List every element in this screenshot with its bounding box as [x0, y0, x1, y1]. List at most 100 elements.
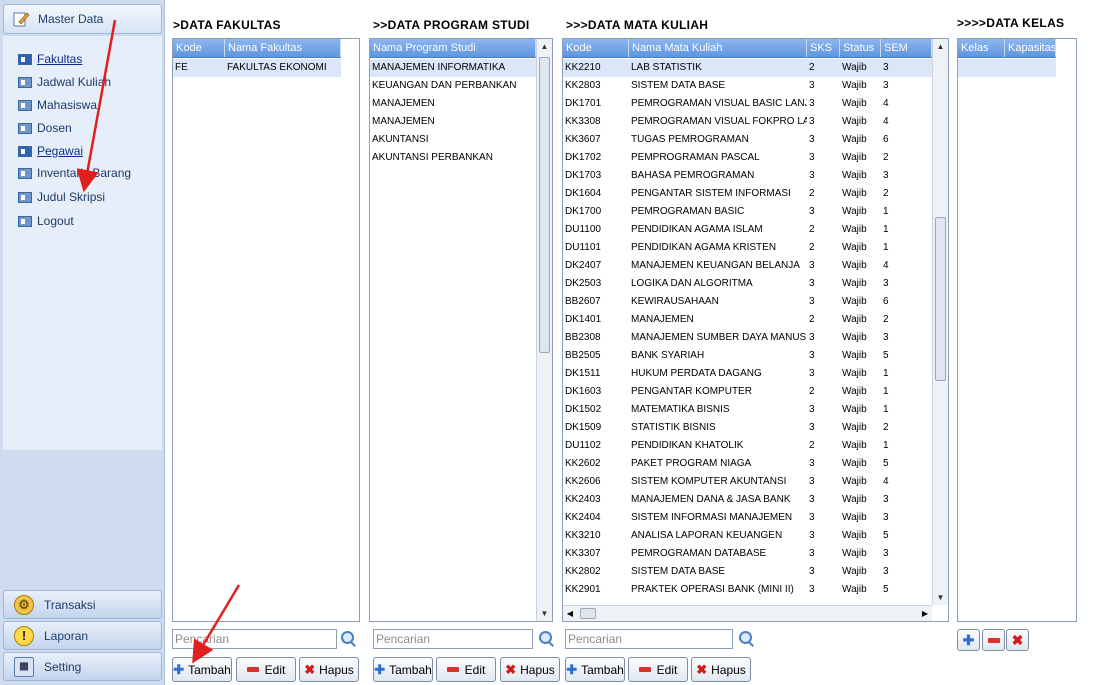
column-header[interactable]: SEM — [881, 39, 932, 57]
search-icon[interactable] — [340, 630, 358, 648]
kelas-grid[interactable]: Kelas Kapasitas — [957, 38, 1077, 622]
column-header[interactable]: Nama Fakultas — [225, 39, 341, 57]
table-row[interactable]: KK3607 TUGAS PEMROGRAMAN 3 Wajib 6 — [563, 131, 932, 149]
table-row[interactable]: KK2803 SISTEM DATA BASE 3 Wajib 3 — [563, 77, 932, 95]
matkul-tambah-button[interactable]: ✚ Tambah — [565, 657, 625, 682]
prodi-grid[interactable]: Nama Program Studi ▲ ▼ MANAJEMEN INFORMA… — [369, 38, 553, 622]
fakultas-search-input[interactable] — [172, 629, 337, 649]
fakultas-hapus-button[interactable]: ✖ Hapus — [299, 657, 359, 682]
table-row[interactable]: DU1101 PENDIDIKAN AGAMA KRISTEN 2 Wajib 1 — [563, 239, 932, 257]
table-row[interactable]: DK1603 PENGANTAR KOMPUTER 2 Wajib 1 — [563, 383, 932, 401]
column-header[interactable]: Nama Program Studi — [370, 39, 536, 57]
table-row[interactable]: MANAJEMEN — [370, 113, 536, 131]
kelas-add-button[interactable]: ✚ — [957, 629, 980, 651]
table-row[interactable]: KK2606 SISTEM KOMPUTER AKUNTANSI 3 Wajib 4 — [563, 473, 932, 491]
table-row[interactable]: DK2407 MANAJEMEN KEUANGAN BELANJA 3 Wajib 4 — [563, 257, 932, 275]
sidebar-item-judul-skripsi[interactable]: Judul Skripsi — [18, 189, 105, 205]
table-row[interactable]: KK2901 PRAKTEK OPERASI BANK (MINI II) 3 Waj… — [563, 581, 932, 599]
kelas-delete-button[interactable]: ✖ — [1006, 629, 1029, 651]
sidebar-laporan[interactable]: ! Laporan — [3, 621, 162, 650]
prodi-vertical-scrollbar[interactable]: ▲ ▼ — [536, 39, 552, 621]
table-row[interactable]: AKUNTANSI — [370, 131, 536, 149]
sidebar-item-pegawai[interactable]: Pegawai — [18, 143, 83, 159]
scroll-thumb[interactable] — [935, 217, 946, 381]
column-header[interactable]: Kelas — [958, 39, 1005, 57]
column-header[interactable]: Nama Mata Kuliah — [629, 39, 807, 57]
table-row[interactable]: KK3210 ANALISA LAPORAN KEUANGEN 3 Wajib 5 — [563, 527, 932, 545]
table-row[interactable]: DK1700 PEMROGRAMAN BASIC 3 Wajib 1 — [563, 203, 932, 221]
table-row[interactable]: KK2403 MANAJEMEN DANA & JASA BANK 3 Wajib 3 — [563, 491, 932, 509]
table-row[interactable]: DK1701 PEMROGRAMAN VISUAL BASIC LANJUTAN3… — [563, 95, 932, 113]
column-header[interactable]: Status — [840, 39, 881, 57]
scroll-left-icon[interactable]: ◀ — [563, 606, 577, 621]
table-row[interactable]: DK1509 STATISTIK BISNIS 3 Wajib 2 — [563, 419, 932, 437]
table-row[interactable]: MANAJEMEN INFORMATIKA — [370, 59, 536, 77]
table-row[interactable]: DK1511 HUKUM PERDATA DAGANG 3 Wajib 1 — [563, 365, 932, 383]
table-row[interactable]: BB2505 BANK SYARIAH 3 Wajib 5 — [563, 347, 932, 365]
column-header[interactable]: Kode — [173, 39, 225, 57]
table-row[interactable]: BB2308 MANAJEMEN SUMBER DAYA MANUSIA 3 Waji… — [563, 329, 932, 347]
sidebar-item-fakultas[interactable]: Fakultas — [18, 51, 82, 67]
matkul-search-input[interactable] — [565, 629, 733, 649]
table-row[interactable]: DK1703 BAHASA PEMROGRAMAN 3 Wajib 3 — [563, 167, 932, 185]
table-row[interactable]: KK2802 SISTEM DATA BASE 3 Wajib 3 — [563, 563, 932, 581]
table-row[interactable]: DU1100 PENDIDIKAN AGAMA ISLAM 2 Wajib 1 — [563, 221, 932, 239]
sidebar-setting[interactable]: ▦ Setting — [3, 652, 162, 681]
search-icon[interactable] — [538, 630, 556, 648]
table-row[interactable]: DK1502 MATEMATIKA BISNIS 3 Wajib 1 — [563, 401, 932, 419]
table-row[interactable]: DK1604 PENGANTAR SISTEM INFORMASI 2 Wajib 2 — [563, 185, 932, 203]
fakultas-grid[interactable]: Kode Nama Fakultas FE FAKULTAS EKONOMI — [172, 38, 360, 622]
table-row[interactable]: DU1102 PENDIDIKAN KHATOLIK 2 Wajib 1 — [563, 437, 932, 455]
table-row[interactable]: KK3307 PEMROGRAMAN DATABASE 3 Wajib 3 — [563, 545, 932, 563]
scroll-up-icon[interactable]: ▲ — [537, 39, 552, 54]
table-cell: 3 — [809, 458, 815, 469]
table-row[interactable]: DK1702 PEMPROGRAMAN PASCAL 3 Wajib 2 — [563, 149, 932, 167]
sidebar-item-label: Jadwal Kuliah — [37, 75, 112, 89]
column-header[interactable]: SKS — [807, 39, 840, 57]
sidebar-transaksi[interactable]: ⚙ Transaksi — [3, 590, 162, 619]
column-header[interactable]: Kapasitas — [1005, 39, 1056, 57]
kelas-edit-button[interactable] — [982, 629, 1005, 651]
table-row[interactable]: BB2607 KEWIRAUSAHAAN 3 Wajib 6 — [563, 293, 932, 311]
search-icon[interactable] — [738, 630, 756, 648]
sidebar-item-jadwal-kuliah[interactable]: Jadwal Kuliah — [18, 74, 111, 90]
scroll-down-icon[interactable]: ▼ — [933, 590, 948, 605]
scroll-thumb[interactable] — [539, 57, 550, 353]
table-row[interactable]: MANAJEMEN — [370, 95, 536, 113]
table-row[interactable] — [958, 59, 1056, 77]
scroll-up-icon[interactable]: ▲ — [933, 39, 948, 54]
matkul-hapus-button[interactable]: ✖ Hapus — [691, 657, 751, 682]
table-row[interactable]: DK1401 MANAJEMEN 2 Wajib 2 — [563, 311, 932, 329]
sidebar-item-mahasiswa[interactable]: Mahasiswa — [18, 97, 97, 113]
table-row[interactable]: AKUNTANSI PERBANKAN — [370, 149, 536, 167]
fakultas-edit-button[interactable]: Edit — [236, 657, 296, 682]
prodi-tambah-button[interactable]: ✚ Tambah — [373, 657, 433, 682]
table-cell: DK1702 — [565, 152, 602, 163]
table-cell: 3 — [883, 566, 889, 577]
table-row[interactable]: KEUANGAN DAN PERBANKAN — [370, 77, 536, 95]
table-row[interactable]: FE FAKULTAS EKONOMI — [173, 59, 341, 77]
sidebar-item-logout[interactable]: Logout — [18, 213, 74, 229]
sidebar-item-inventaris-barang[interactable]: Inventaris Barang — [18, 165, 131, 181]
scroll-right-icon[interactable]: ▶ — [918, 606, 932, 621]
table-row[interactable]: DK2503 LOGIKA DAN ALGORITMA 3 Wajib 3 — [563, 275, 932, 293]
matkul-grid[interactable]: Kode Nama Mata Kuliah SKS Status SEM ▲ ▼… — [562, 38, 949, 622]
prodi-edit-button[interactable]: Edit — [436, 657, 496, 682]
table-row[interactable]: KK2210 LAB STATISTIK 2 Wajib 3 — [563, 59, 932, 77]
table-row[interactable]: KK2404 SISTEM INFORMASI MANAJEMEN 3 Wajib 3 — [563, 509, 932, 527]
fakultas-tambah-button[interactable]: ✚ Tambah — [172, 657, 232, 682]
table-cell: PENGANTAR KOMPUTER — [631, 386, 752, 397]
table-row[interactable]: KK3308 PEMROGRAMAN VISUAL FOKPRO LANJUTAN… — [563, 113, 932, 131]
matkul-edit-button[interactable]: Edit — [628, 657, 688, 682]
master-data-header[interactable]: Master Data — [3, 4, 162, 34]
column-header[interactable]: Kode — [563, 39, 629, 57]
scroll-down-icon[interactable]: ▼ — [537, 606, 552, 621]
prodi-search-input[interactable] — [373, 629, 533, 649]
matkul-vertical-scrollbar[interactable]: ▲ ▼ — [932, 39, 948, 605]
matkul-horizontal-scrollbar[interactable]: ◀ ▶ — [563, 605, 932, 621]
sidebar-item-dosen[interactable]: Dosen — [18, 120, 72, 136]
table-row[interactable]: KK2602 PAKET PROGRAM NIAGA 3 Wajib 5 — [563, 455, 932, 473]
prodi-hapus-button[interactable]: ✖ Hapus — [500, 657, 560, 682]
scroll-thumb[interactable] — [580, 608, 596, 619]
table-cell: 2 — [809, 242, 815, 253]
